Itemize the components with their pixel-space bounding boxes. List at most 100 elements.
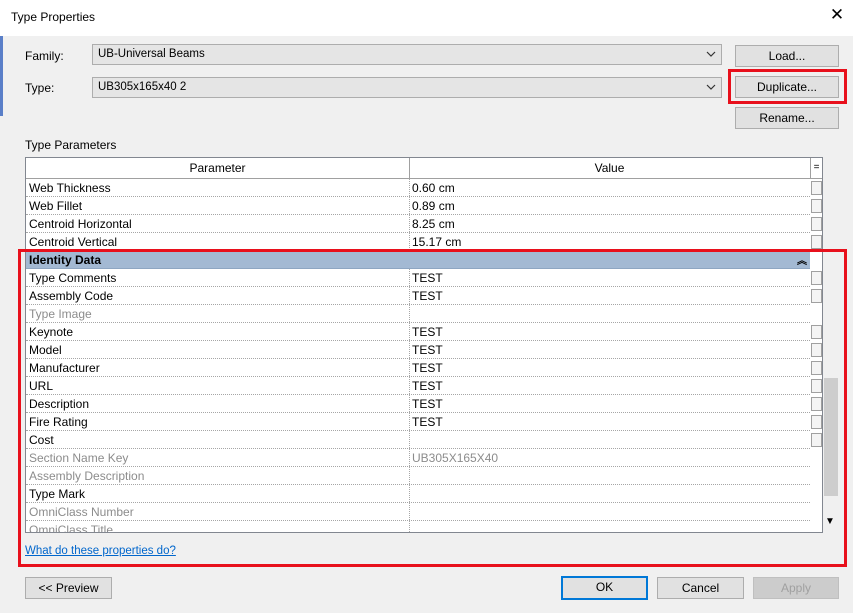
column-separator [409,215,410,232]
group-identity-data[interactable]: Identity Data ︽ [26,251,810,269]
preview-button[interactable]: << Preview [25,577,112,599]
cancel-button[interactable]: Cancel [657,577,744,599]
table-row[interactable]: Type Image [26,305,810,323]
load-button[interactable]: Load... [735,45,839,67]
scrollbar-thumb[interactable] [824,378,838,496]
parameter-name: Web Thickness [29,181,111,195]
table-row[interactable]: Fire Rating TEST [26,413,822,431]
parameter-name: Description [29,397,90,411]
title-bar: Type Properties ✕ [0,0,853,36]
parameter-name: Model [29,343,62,357]
formula-button[interactable] [811,235,822,249]
parameter-name: Cost [29,433,54,447]
type-parameters-label: Type Parameters [25,138,117,152]
parameter-value[interactable]: 0.89 cm [412,199,455,213]
chevron-down-icon [706,51,716,57]
table-row[interactable]: Assembly Code TEST [26,287,822,305]
parameter-name: OmniClass Number [29,505,134,519]
table-row[interactable]: Centroid Horizontal 8.25 cm [26,215,822,233]
parameter-name: Centroid Horizontal [29,217,132,231]
column-separator [409,521,410,532]
table-row[interactable]: OmniClass Title [26,521,810,533]
column-separator [409,233,410,250]
family-label: Family: [25,49,64,63]
scroll-down-icon[interactable]: ▼ [825,516,835,527]
formula-button[interactable] [811,271,822,285]
parameter-value[interactable]: 15.17 cm [412,235,461,249]
parameter-value[interactable]: TEST [412,289,443,303]
family-value: UB-Universal Beams [98,48,205,60]
formula-button[interactable] [811,415,822,429]
collapse-icon[interactable]: ︽ [797,252,807,267]
grid-scrollbar[interactable]: ▼ [823,178,839,531]
parameters-grid: Parameter Value = Web Thickness 0.60 cm We… [25,157,823,533]
column-separator [409,179,410,196]
table-row[interactable]: Web Fillet 0.89 cm [26,197,822,215]
table-row[interactable]: Section Name Key UB305X165X40 [26,449,810,467]
formula-button[interactable] [811,181,822,195]
table-row[interactable]: OmniClass Number [26,503,810,521]
type-properties-dialog: Type Properties ✕ Family: UB-Universal B… [0,0,853,613]
type-combobox[interactable]: UB305x165x40 2 [92,77,722,98]
parameter-column-header[interactable]: Parameter [26,158,410,178]
type-value: UB305x165x40 2 [98,81,187,93]
value-column-header[interactable]: Value [409,158,811,178]
table-row[interactable]: Description TEST [26,395,822,413]
formula-button[interactable] [811,433,822,447]
table-row[interactable]: Web Thickness 0.60 cm [26,179,822,197]
duplicate-button[interactable]: Duplicate... [735,76,839,98]
help-link[interactable]: What do these properties do? [25,545,176,557]
column-separator [409,305,410,322]
parameter-name: Assembly Description [29,469,145,483]
formula-button[interactable] [811,199,822,213]
formula-button[interactable] [811,343,822,357]
column-separator [409,485,410,502]
column-separator [409,449,410,466]
parameter-value[interactable]: TEST [412,415,443,429]
parameter-value[interactable]: TEST [412,397,443,411]
ok-button[interactable]: OK [561,576,648,600]
parameter-value[interactable]: 0.60 cm [412,181,455,195]
parameter-name: Type Comments [29,271,117,285]
table-row[interactable]: Keynote TEST [26,323,822,341]
parameter-value[interactable]: TEST [412,361,443,375]
formula-button[interactable] [811,325,822,339]
formula-button[interactable] [811,397,822,411]
parameter-value[interactable]: TEST [412,379,443,393]
apply-button[interactable]: Apply [753,577,839,599]
grid-header: Parameter Value = [26,158,822,179]
column-separator [409,395,410,412]
parameter-value[interactable]: TEST [412,343,443,357]
grid-rows: Web Thickness 0.60 cm Web Fillet 0.89 cm Cen… [26,179,822,533]
parameter-name: Web Fillet [29,199,83,213]
parameter-name: Assembly Code [29,289,114,303]
table-row[interactable]: Centroid Vertical 15.17 cm [26,233,822,251]
table-row[interactable]: URL TEST [26,377,822,395]
parameter-name: Type Mark [29,487,86,501]
column-separator [409,287,410,304]
formula-column-header[interactable]: = [811,160,822,176]
column-separator [409,377,410,394]
table-row[interactable]: Assembly Description [26,467,810,485]
formula-button[interactable] [811,379,822,393]
chevron-down-icon [706,84,716,90]
table-row[interactable]: Type Mark [26,485,810,503]
parameter-value[interactable]: UB305X165X40 [412,451,498,465]
formula-button[interactable] [811,217,822,231]
parameter-name: OmniClass Title [29,523,114,533]
formula-button[interactable] [811,361,822,375]
table-row[interactable]: Type Comments TEST [26,269,822,287]
parameter-value[interactable]: TEST [412,271,443,285]
table-row[interactable]: Manufacturer TEST [26,359,822,377]
column-separator [409,341,410,358]
table-row[interactable]: Model TEST [26,341,822,359]
parameter-name: Manufacturer [29,361,100,375]
close-icon[interactable]: ✕ [829,6,845,23]
rename-button[interactable]: Rename... [735,107,839,129]
family-combobox[interactable]: UB-Universal Beams [92,44,722,65]
table-row[interactable]: Cost [26,431,822,449]
parameter-value[interactable]: TEST [412,325,443,339]
parameter-value[interactable]: 8.25 cm [412,217,455,231]
column-separator [409,503,410,520]
formula-button[interactable] [811,289,822,303]
